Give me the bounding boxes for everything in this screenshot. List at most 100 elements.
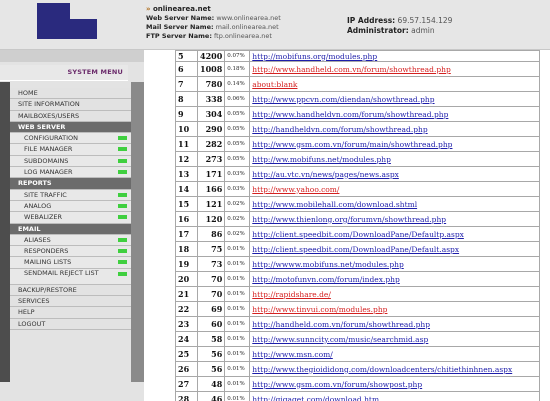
sidebar-item-subdomains[interactable]: SUBDOMAINS: [10, 155, 131, 168]
sidebar-item-home[interactable]: HOME: [10, 88, 131, 100]
url-link[interactable]: http://www.gsm.com.vn/forum/main/showthr…: [249, 136, 541, 152]
admin-value: admin: [411, 26, 435, 35]
rank-cell: 15: [175, 196, 198, 212]
url-link[interactable]: http://www.msn.com/: [249, 346, 541, 362]
url-link[interactable]: http://handheld.com.vn/forum/showthread.…: [249, 316, 541, 332]
url-link[interactable]: http://handheldvn.com/forum/showthread.p…: [249, 121, 541, 137]
table-row: 22 69 0.01% http://www.tinvui.com/modules.p…: [175, 301, 541, 317]
url-link[interactable]: http://www.tinvui.com/modules.php: [249, 301, 541, 317]
table-row: 27 48 0.01% http://www.gsm.com.vn/forum/sho…: [175, 376, 541, 392]
sidebar-item-backup-restore[interactable]: BACKUP/RESTORE: [10, 284, 131, 297]
sidebar-item-mailboxes-users[interactable]: MAILBOXES/USERS: [10, 110, 131, 122]
url-link[interactable]: http://mobifuns.org/modules.php: [249, 50, 541, 62]
sidebar-item-file-manager[interactable]: FILE MANAGER: [10, 144, 131, 156]
url-link[interactable]: http://ww.mobifuns.net/modules.php: [249, 151, 541, 167]
sidebar-item-label: MAILBOXES/USERS: [18, 111, 80, 120]
url-link[interactable]: http://www.thienlong.org/forumvn/showthr…: [249, 211, 541, 227]
rank-cell: 26: [175, 361, 198, 377]
hits-cell: 69: [196, 301, 226, 317]
sidebar-item-email: EMAIL: [10, 223, 131, 235]
percent-cell: 0.01%: [224, 241, 251, 257]
table-row: 17 86 0.02% http://client.speedbit.com/Down…: [175, 226, 541, 242]
rank-cell: 6: [175, 61, 198, 77]
sidebar-item-label: CONFIGURATION: [24, 134, 79, 143]
ftp-server-row: FTP Server Name: ftp.onlinearea.net: [146, 32, 272, 40]
referrer-table-area: 5 4200 0.07% http://mobifuns.org/modules.ph…: [144, 50, 550, 401]
sidebar-item-logout[interactable]: LOGOUT: [10, 318, 131, 330]
url-link[interactable]: http://www.sunncity.com/music/searchmid.…: [249, 331, 541, 347]
table-row: 9 304 0.05% http://www.handheldvn.com/forum…: [175, 106, 541, 122]
sidebar-item-responders[interactable]: RESPONDERS: [10, 246, 131, 258]
rank-cell: 14: [175, 181, 198, 197]
ftp-server-label: FTP Server Name:: [146, 32, 212, 40]
hits-cell: 46: [196, 391, 226, 401]
url-link[interactable]: http://wwww.mobifuns.net/modules.php: [249, 256, 541, 272]
sidebar-item-webalizer[interactable]: WEBALIZER: [10, 212, 131, 224]
rank-cell: 9: [175, 106, 198, 122]
sidebar-item-configuration[interactable]: CONFIGURATION: [10, 133, 131, 145]
sidebar-item-aliases[interactable]: ALIASES: [10, 234, 131, 247]
sidebar-item-log-manager[interactable]: LOG MANAGER: [10, 167, 131, 179]
table-row: 25 56 0.01% http://www.msn.com/: [175, 346, 541, 362]
table-row: 14 166 0.03% http://www.yahoo.com/: [175, 181, 541, 197]
url-link[interactable]: http://client.speedbit.com/DownloadPane/…: [249, 226, 541, 242]
url-link[interactable]: http://www.ppcvn.com/diendan/showthread.…: [249, 91, 541, 107]
status-indicator-icon: [118, 260, 127, 265]
url-link[interactable]: http://au.vtc.vn/news/pages/news.aspx: [249, 166, 541, 182]
url-link[interactable]: about:blank: [249, 76, 541, 92]
table-row: 19 73 0.01% http://wwww.mobifuns.net/module…: [175, 256, 541, 272]
hits-cell: 70: [196, 271, 226, 287]
table-row: 28 46 0.01% http://gigaget.com/download.htm: [175, 391, 541, 401]
hits-cell: 166: [196, 181, 226, 197]
url-link[interactable]: http://www.yahoo.com/: [249, 181, 541, 197]
sidebar-item-sendmail-reject-list[interactable]: SENDMAIL REJECT LIST: [10, 268, 131, 285]
url-link[interactable]: http://rapidshare.de/: [249, 286, 541, 302]
url-link[interactable]: http://motofunvn.com/forum/index.php: [249, 271, 541, 287]
percent-cell: 0.01%: [224, 376, 251, 392]
table-row: 6 1008 0.18% http://www.handheld.com.vn/for…: [175, 61, 541, 77]
sidebar-item-help[interactable]: HELP: [10, 307, 131, 319]
url-link[interactable]: http://www.handheld.com.vn/forum/showthr…: [249, 61, 541, 77]
sidebar-item-analog[interactable]: ANALOG: [10, 200, 131, 213]
hits-cell: 171: [196, 166, 226, 182]
url-link[interactable]: http://client.speedbit.com/DownloadPane/…: [249, 241, 541, 257]
url-link[interactable]: http://gigaget.com/download.htm: [249, 391, 541, 401]
percent-cell: 0.03%: [224, 181, 251, 197]
system-menu-header: SYSTEM MENU: [0, 65, 128, 81]
sidebar-topbar: [0, 50, 144, 62]
percent-cell: 0.18%: [224, 61, 251, 77]
url-link[interactable]: http://www.handheldvn.com/forum/showthre…: [249, 106, 541, 122]
table-row: 11 282 0.05% http://www.gsm.com.vn/forum/ma…: [175, 136, 541, 152]
table-row: 12 273 0.05% http://ww.mobifuns.net/modules…: [175, 151, 541, 167]
status-indicator-icon: [118, 158, 127, 163]
hits-cell: 70: [196, 286, 226, 302]
percent-cell: 0.06%: [224, 91, 251, 107]
url-link[interactable]: http://www.mobilehall.com/download.shtml: [249, 196, 541, 212]
percent-cell: 0.02%: [224, 226, 251, 242]
hits-cell: 273: [196, 151, 226, 167]
sidebar-item-mailing-lists[interactable]: MAILING LISTS: [10, 257, 131, 269]
rank-cell: 13: [175, 166, 198, 182]
sidebar-item-label: WEB SERVER: [18, 122, 66, 131]
url-link[interactable]: http://www.gsm.com.vn/forum/showpost.php: [249, 376, 541, 392]
status-indicator-icon: [118, 192, 127, 197]
mail-server-value: mail.onlinearea.net: [215, 23, 279, 31]
hits-cell: 56: [196, 361, 226, 377]
rank-cell: 27: [175, 376, 198, 392]
rank-cell: 25: [175, 346, 198, 362]
url-link[interactable]: http://www.thegioididong.com/downloadcen…: [249, 361, 541, 377]
sidebar-item-label: ANALOG: [24, 201, 52, 210]
table-row: 13 171 0.03% http://au.vtc.vn/news/pages/ne…: [175, 166, 541, 182]
sidebar-item-site-information[interactable]: SITE INFORMATION: [10, 99, 131, 111]
sidebar-item-services[interactable]: SERVICES: [10, 296, 131, 308]
web-server-value: www.onlinearea.net: [216, 14, 281, 22]
sidebar-item-label: ALIASES: [24, 235, 51, 244]
ip-value: 69.57.154.129: [397, 16, 453, 25]
table-row: 16 120 0.02% http://www.thienlong.org/forum…: [175, 211, 541, 227]
table-row: 26 56 0.01% http://www.thegioididong.com/do…: [175, 361, 541, 377]
rank-cell: 28: [175, 391, 198, 401]
sidebar-scrollbar[interactable]: [131, 82, 144, 382]
hits-cell: 73: [196, 256, 226, 272]
sidebar-item-site-traffic[interactable]: SITE TRAFFIC: [10, 189, 131, 201]
table-row: 8 338 0.06% http://www.ppcvn.com/diendan/sh…: [175, 91, 541, 107]
